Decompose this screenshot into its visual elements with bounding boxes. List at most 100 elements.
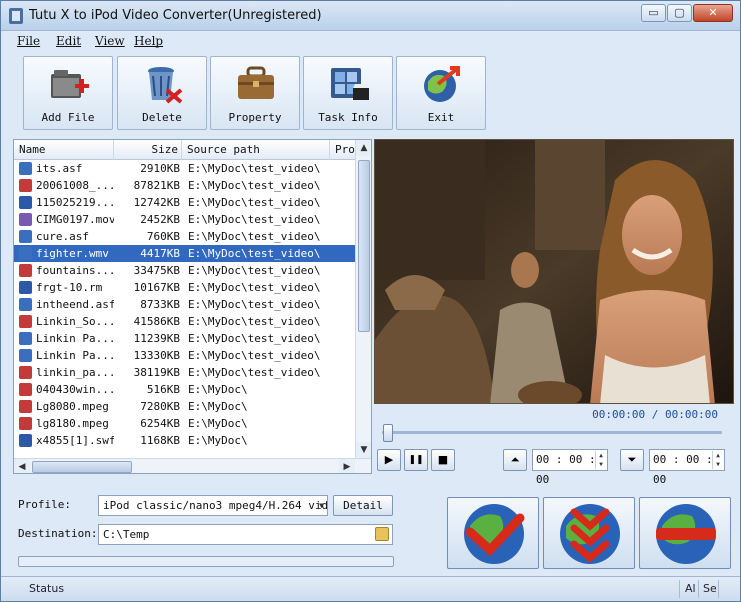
file-size-cell: 7280KB xyxy=(140,400,180,413)
menu-view[interactable]: View xyxy=(95,34,125,48)
seek-bar[interactable] xyxy=(382,431,722,434)
minimize-icon: ▭ xyxy=(648,6,659,19)
column-header-source-path[interactable]: Source path xyxy=(182,140,330,160)
detail-button[interactable]: Detail xyxy=(333,495,393,516)
convert-icon xyxy=(464,504,525,564)
scroll-up-icon[interactable]: ▲ xyxy=(356,140,371,156)
file-list-horizontal-scrollbar[interactable]: ◀ ▶ xyxy=(14,458,371,473)
title-bar[interactable]: Tutu X to iPod Video Converter(Unregiste… xyxy=(1,1,740,31)
delete-label: Delete xyxy=(142,111,182,124)
file-path-cell: E:\MyDoc\test_video\ xyxy=(188,213,321,226)
time-readout: 00:00:00 / 00:00:00 xyxy=(592,408,718,421)
file-list-row[interactable]: CIMG0197.mov 2452KB E:\MyDoc\test_video\ xyxy=(14,211,355,228)
add-file-button[interactable]: Add File xyxy=(23,56,113,130)
file-path-cell: E:\MyDoc\test_video\ xyxy=(188,332,321,345)
wmv-icon xyxy=(19,230,32,243)
file-list-row[interactable]: fighter.wmv 4417KB E:\MyDoc\test_video\ xyxy=(14,245,355,262)
file-path-cell: E:\MyDoc\ xyxy=(188,434,248,447)
wmv-icon xyxy=(19,298,32,311)
stop-button[interactable]: ■ xyxy=(431,449,455,471)
file-list-row[interactable]: linkin_pa... 38119KB E:\MyDoc\test_video\ xyxy=(14,364,355,381)
start-time-value: 00 : 00 : 00 xyxy=(536,453,596,486)
file-path-cell: E:\MyDoc\test_video\ xyxy=(188,315,321,328)
file-path-cell: E:\MyDoc\ xyxy=(188,417,248,430)
status-text: Status xyxy=(25,580,680,598)
file-list-row[interactable]: Linkin Pa... 11239KB E:\MyDoc\test_video\ xyxy=(14,330,355,347)
property-button[interactable]: Property xyxy=(210,56,300,130)
play-button[interactable]: ▶ xyxy=(377,449,401,471)
stop-conversion-button[interactable] xyxy=(639,497,731,569)
column-header-name[interactable]: Name xyxy=(14,140,114,160)
file-list-row[interactable]: fountains... 33475KB E:\MyDoc\test_video\ xyxy=(14,262,355,279)
scroll-left-icon[interactable]: ◀ xyxy=(14,459,30,473)
column-header-size[interactable]: Size xyxy=(114,140,182,160)
start-time-field[interactable]: 00 : 00 : 00 ▲ ▼ xyxy=(532,449,608,486)
file-list-row[interactable]: 040430win... 516KB E:\MyDoc\ xyxy=(14,381,355,398)
delete-icon xyxy=(148,67,183,104)
status-bar: Status Al Se xyxy=(1,576,740,601)
file-list-row[interactable]: 115025219... 12742KB E:\MyDoc\test_video\ xyxy=(14,194,355,211)
window-title: Tutu X to iPod Video Converter(Unregiste… xyxy=(29,8,322,23)
file-list-row[interactable]: cure.asf 760KB E:\MyDoc\test_video\ xyxy=(14,228,355,245)
file-list-row[interactable]: x4855[1].swf 1168KB E:\MyDoc\ xyxy=(14,432,355,449)
file-list-row[interactable]: intheend.asf 8733KB E:\MyDoc\test_video\ xyxy=(14,296,355,313)
file-list-header: Name Size Source path Pro xyxy=(14,140,360,160)
file-path-cell: E:\MyDoc\test_video\ xyxy=(188,298,321,311)
file-list-vertical-scrollbar[interactable]: ▲ ▼ xyxy=(355,140,371,458)
pause-button[interactable]: ❚❚ xyxy=(404,449,428,471)
file-path-cell: E:\MyDoc\test_video\ xyxy=(188,162,321,175)
exit-button[interactable]: Exit xyxy=(396,56,486,130)
menu-help[interactable]: Help xyxy=(134,34,163,48)
file-name-cell: intheend.asf xyxy=(36,298,114,311)
destination-field[interactable]: C:\Temp xyxy=(98,524,393,545)
end-time-field[interactable]: 00 : 00 : 00 ▲ ▼ xyxy=(649,449,725,486)
mpeg-icon xyxy=(19,264,32,277)
task-info-icon xyxy=(331,68,369,100)
file-list-row[interactable]: its.asf 2910KB E:\MyDoc\test_video\ xyxy=(14,160,355,177)
menu-edit[interactable]: Edit xyxy=(56,34,81,48)
time-separator: / xyxy=(651,408,659,421)
task-info-button[interactable]: Task Info xyxy=(303,56,393,130)
file-list-row[interactable]: Linkin_So... 41586KB E:\MyDoc\test_video\ xyxy=(14,313,355,330)
dropdown-arrow-icon[interactable]: ▼ xyxy=(319,496,324,515)
file-list-row[interactable]: 20061008_... 87821KB E:\MyDoc\test_video\ xyxy=(14,177,355,194)
horizontal-scroll-thumb[interactable] xyxy=(32,461,132,473)
file-list-row[interactable]: Lg8080.mpeg 7280KB E:\MyDoc\ xyxy=(14,398,355,415)
add-file-label: Add File xyxy=(41,111,95,124)
maximize-button[interactable]: ▢ xyxy=(667,4,692,22)
close-button[interactable]: ✕ xyxy=(693,4,733,22)
file-size-cell: 2452KB xyxy=(140,213,180,226)
scroll-down-icon[interactable]: ▼ xyxy=(356,442,371,458)
browse-folder-icon[interactable] xyxy=(375,527,389,541)
seek-handle[interactable] xyxy=(383,424,393,442)
profile-select[interactable]: iPod classic/nano3 mpeg4/H.264 video ▼ xyxy=(98,495,328,516)
file-size-cell: 8733KB xyxy=(140,298,180,311)
property-icon xyxy=(238,66,274,99)
scroll-right-icon[interactable]: ▶ xyxy=(339,459,355,473)
set-start-button[interactable]: ⏶ xyxy=(503,449,527,471)
minimize-button[interactable]: ▭ xyxy=(641,4,666,22)
file-name-cell: CIMG0197.mov xyxy=(36,213,114,226)
file-name-cell: its.asf xyxy=(36,162,83,175)
menu-file[interactable]: File xyxy=(17,34,40,48)
file-size-cell: 760KB xyxy=(146,230,180,243)
end-time-spinner-icon[interactable]: ▲ ▼ xyxy=(712,451,723,469)
delete-button[interactable]: Delete xyxy=(117,56,207,130)
mpeg-icon xyxy=(19,366,32,379)
file-list[interactable]: Name Size Source path Pro its.asf 2910KB E… xyxy=(13,139,372,474)
file-size-cell: 33475KB xyxy=(133,264,180,277)
realmedia-icon xyxy=(19,281,32,294)
file-list-row[interactable]: frgt-10.rm 10167KB E:\MyDoc\test_video\ xyxy=(14,279,355,296)
convert-all-button[interactable] xyxy=(543,497,635,569)
set-end-button[interactable]: ⏷ xyxy=(620,449,644,471)
start-time-spinner-icon[interactable]: ▲ ▼ xyxy=(595,451,606,469)
convert-button[interactable] xyxy=(447,497,539,569)
vertical-scroll-thumb[interactable] xyxy=(358,160,370,332)
file-list-row[interactable]: lg8180.mpeg 6254KB E:\MyDoc\ xyxy=(14,415,355,432)
profile-value: iPod classic/nano3 mpeg4/H.264 video xyxy=(103,499,328,512)
file-path-cell: E:\MyDoc\ xyxy=(188,383,248,396)
file-list-row[interactable]: Linkin Pa... 13330KB E:\MyDoc\test_video\ xyxy=(14,347,355,364)
file-name-cell: Linkin Pa... xyxy=(36,332,114,345)
conversion-progress-bar xyxy=(18,556,394,567)
set-end-icon: ⏷ xyxy=(627,453,637,466)
